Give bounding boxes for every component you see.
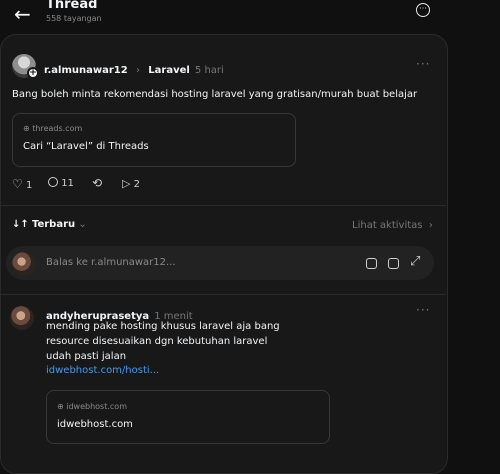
heart-icon: ♡ — [12, 177, 23, 191]
repost-icon[interactable]: ⟲ — [92, 176, 102, 190]
divider — [0, 205, 446, 206]
reply-more-icon[interactable]: ··· — [416, 303, 430, 317]
share-count: 2 — [133, 179, 141, 190]
gif-icon[interactable] — [366, 258, 377, 269]
post-more-icon[interactable]: ··· — [416, 57, 430, 71]
more-options-icon[interactable]: ··· — [416, 3, 430, 17]
avatar[interactable] — [10, 306, 34, 330]
reply-line: resource disesuaikan dgn kebutuhan larav… — [46, 336, 268, 347]
like-button[interactable]: ♡ 1 — [12, 177, 32, 191]
view-count: 558 tayangan — [46, 14, 102, 23]
follow-plus-icon[interactable]: + — [27, 67, 39, 79]
post-topic[interactable]: Laravel — [148, 65, 190, 76]
like-count: 1 — [25, 180, 33, 191]
chevron-right-icon: › — [425, 220, 433, 231]
card-title: idwebhost.com — [57, 419, 133, 430]
reply-line: udah pasti jalan — [46, 351, 127, 362]
page-title: Thread — [46, 0, 98, 12]
post-text: Bang boleh minta rekomendasi hosting lar… — [12, 89, 418, 100]
link-preview-card[interactable]: ⊕ idwebhost.com idwebhost.com — [46, 390, 330, 444]
divider — [0, 294, 446, 295]
image-icon[interactable] — [388, 258, 399, 269]
view-activity-link[interactable]: Lihat aktivitas › — [352, 220, 433, 231]
card-title: Cari “Laravel” di Threads — [23, 141, 149, 152]
share-button[interactable]: ▷ 2 — [122, 177, 140, 190]
send-icon: ▷ — [122, 177, 131, 190]
comment-icon — [48, 177, 58, 187]
chevron-down-icon: ⌄ — [78, 219, 87, 230]
post-time: 5 hari — [194, 65, 224, 76]
reply-link[interactable]: idwebhost.com/hosti... — [46, 365, 159, 376]
reply-line: mending pake hosting khusus laravel aja … — [46, 321, 280, 332]
expand-icon[interactable]: ⤢ — [410, 254, 420, 269]
link-preview-card[interactable]: ⊕ threads.com Cari “Laravel” di Threads — [12, 113, 296, 167]
comment-count: 11 — [61, 178, 74, 189]
card-domain-row: ⊕ idwebhost.com — [57, 402, 127, 411]
sort-dropdown[interactable]: ↓↑ Terbaru ⌄ — [12, 219, 87, 230]
post-meta: r.almunawar12 › Laravel 5 hari — [44, 58, 224, 77]
comment-button[interactable]: 11 — [48, 177, 74, 189]
globe-icon: ⊕ — [23, 124, 30, 133]
my-avatar — [12, 252, 36, 276]
reply-input[interactable]: Balas ke r.almunawar12... — [46, 257, 176, 268]
sort-icon: ↓↑ — [12, 219, 29, 230]
card-domain-row: ⊕ threads.com — [23, 124, 83, 133]
thread-header: ← Thread 558 tayangan ··· — [0, 0, 500, 34]
post-username[interactable]: r.almunawar12 — [44, 65, 128, 76]
back-arrow-icon[interactable]: ← — [14, 2, 31, 26]
globe-icon: ⊕ — [57, 402, 64, 411]
chevron-right-icon: › — [132, 65, 144, 76]
sort-label: Terbaru — [31, 219, 76, 230]
